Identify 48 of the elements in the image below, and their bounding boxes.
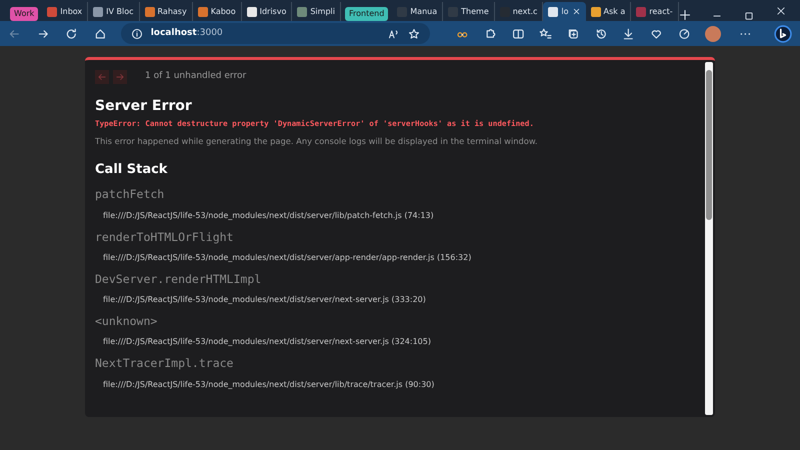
favicon-icon bbox=[47, 6, 58, 16]
stack-frame-function: patchFetch bbox=[95, 186, 166, 204]
stack-frame-location: file:///D:/JS/ReactJS/life-53/node_modules/next/dist/server/lib/patch-fetch.js (74:13) bbox=[103, 210, 435, 222]
arrow-left-icon bbox=[97, 72, 107, 82]
favicon-icon bbox=[548, 6, 558, 16]
url-text: localhost:3000 bbox=[150, 26, 223, 40]
stack-frame-function: DevServer.renderHTMLImpl bbox=[95, 270, 262, 288]
avatar-icon[interactable] bbox=[705, 26, 722, 42]
download-icon[interactable] bbox=[622, 26, 635, 40]
address-bar[interactable]: localhost:3000 bbox=[120, 23, 430, 44]
error-counter: 1 of 1 unhandled error bbox=[145, 70, 246, 84]
favicon-icon bbox=[198, 6, 208, 16]
stack-frame-location: file:///D:/JS/ReactJS/life-53/node_modules/next/dist/server/next-server.js (333:20) bbox=[103, 294, 427, 306]
tab-group-label[interactable]: Frontend bbox=[344, 7, 388, 21]
refresh-icon bbox=[65, 26, 78, 40]
stack-frame-location: file:///D:/JS/ReactJS/life-53/node_modules/next/dist/server/next-server.js (324:105) bbox=[103, 336, 432, 348]
stack-frame-location: file:///D:/JS/ReactJS/life-53/node_modules/next/dist/server/app-render/app-render.js (156:32) bbox=[103, 252, 472, 264]
favicon-icon bbox=[297, 6, 308, 16]
puzzle-icon[interactable] bbox=[484, 26, 497, 40]
home-icon bbox=[94, 26, 107, 40]
info-icon bbox=[130, 28, 143, 40]
history-icon[interactable] bbox=[594, 26, 608, 40]
stack-frame-function: renderToHTMLOrFlight bbox=[95, 228, 234, 246]
close-icon[interactable] bbox=[776, 6, 786, 16]
error-title: Server Error bbox=[95, 97, 193, 116]
call-stack-heading: Call Stack bbox=[95, 160, 168, 179]
favorites-icon[interactable] bbox=[539, 26, 552, 40]
scrollbar[interactable] bbox=[705, 62, 713, 415]
tab-group-label[interactable]: Work bbox=[10, 7, 38, 21]
split-screen-icon[interactable] bbox=[512, 26, 524, 40]
copilot-icon[interactable] bbox=[774, 24, 792, 44]
collections-icon[interactable] bbox=[566, 26, 580, 40]
close-icon[interactable] bbox=[572, 7, 581, 16]
favicon-icon bbox=[144, 6, 155, 16]
stack-frame-function: <unknown> bbox=[95, 313, 158, 330]
plus-icon[interactable] bbox=[678, 9, 691, 21]
favicon-icon bbox=[590, 6, 601, 16]
error-description: This error happened while generating the page. Any console logs will be displayed in the terminal window. bbox=[95, 135, 539, 148]
star-icon[interactable] bbox=[408, 28, 420, 40]
stack-frame-location: file:///D:/JS/ReactJS/life-53/node_modules/next/dist/server/lib/trace/tracer.js (90:30) bbox=[103, 378, 436, 391]
stack-frame-function: NextTracerImpl.trace bbox=[95, 355, 234, 372]
arrow-right-icon bbox=[115, 72, 125, 82]
read-aloud-icon[interactable] bbox=[388, 28, 400, 40]
favicon-icon bbox=[246, 6, 257, 16]
maximize-icon[interactable] bbox=[744, 11, 754, 21]
favicon-icon bbox=[636, 6, 646, 16]
favicon-icon bbox=[93, 6, 104, 16]
browser-tab[interactable]: lo bbox=[543, 2, 586, 21]
